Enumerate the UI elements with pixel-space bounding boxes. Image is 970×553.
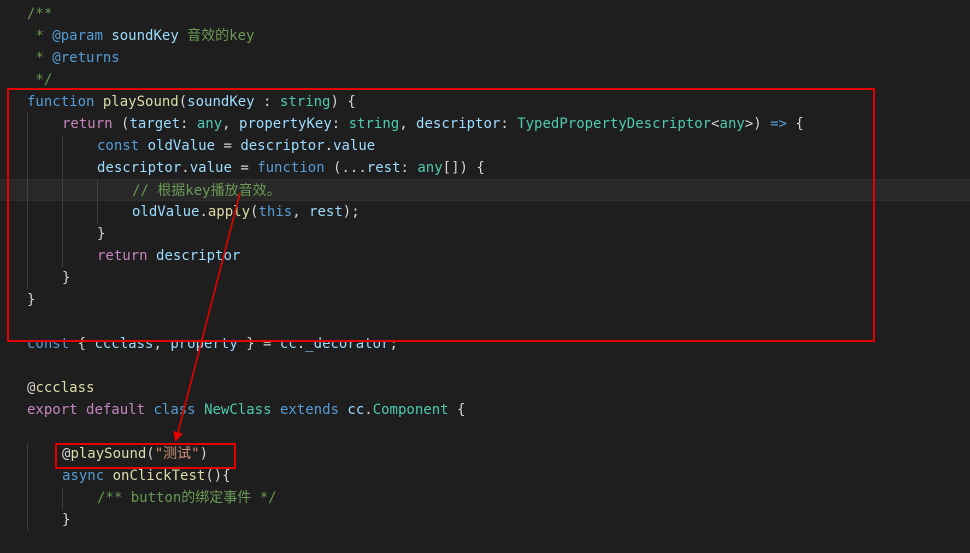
- annotation-arrow: [173, 192, 241, 442]
- code-editor[interactable]: /** * @param soundKey 音效的key * @returns …: [0, 0, 970, 547]
- arrow-line: [173, 192, 241, 442]
